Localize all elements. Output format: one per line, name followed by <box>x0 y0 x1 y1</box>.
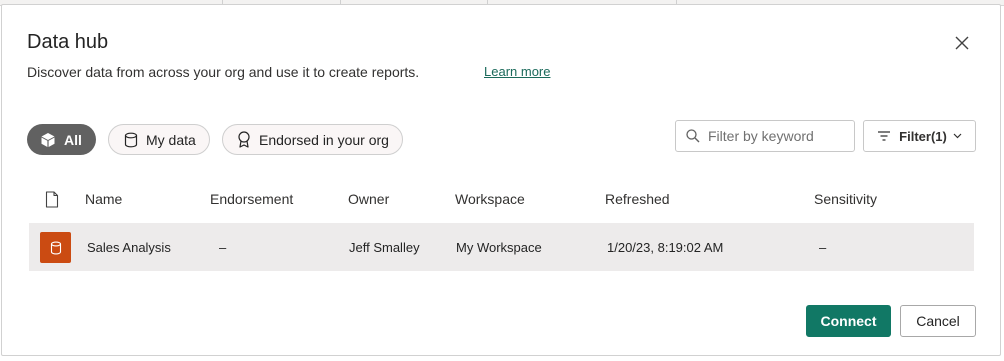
connect-button[interactable]: Connect <box>806 305 891 337</box>
tab-all-label: All <box>64 131 82 148</box>
column-header-sensitivity[interactable]: Sensitivity <box>814 191 877 207</box>
ribbon-icon <box>238 131 250 148</box>
filter-icon <box>878 131 891 141</box>
column-header-name[interactable]: Name <box>85 191 122 207</box>
cube-icon <box>41 132 55 147</box>
cancel-button[interactable]: Cancel <box>900 305 976 337</box>
filter-button[interactable]: Filter(1) <box>863 120 976 152</box>
cell-workspace: My Workspace <box>456 240 542 255</box>
chevron-down-icon <box>953 133 962 139</box>
search-box <box>675 120 855 152</box>
cell-owner: Jeff Smalley <box>349 240 420 255</box>
column-header-endorsement[interactable]: Endorsement <box>210 191 293 207</box>
close-button[interactable] <box>950 31 974 55</box>
column-header-refreshed[interactable]: Refreshed <box>605 191 670 207</box>
dialog-title: Data hub <box>27 31 109 53</box>
column-header-workspace[interactable]: Workspace <box>455 191 525 207</box>
data-hub-dialog: Data hub Discover data from across your … <box>1 4 1001 356</box>
cell-sensitivity: – <box>819 240 827 255</box>
tab-endorsed-label: Endorsed in your org <box>259 131 389 148</box>
tab-my-data[interactable]: My data <box>108 124 210 155</box>
filter-label: Filter(1) <box>899 128 947 144</box>
column-header-owner[interactable]: Owner <box>348 191 389 207</box>
document-icon <box>45 191 59 208</box>
learn-more-link[interactable]: Learn more <box>484 64 550 79</box>
search-icon <box>686 129 700 143</box>
cell-name: Sales Analysis <box>87 240 171 255</box>
close-icon <box>955 36 969 50</box>
cell-refreshed: 1/20/23, 8:19:02 AM <box>607 240 724 255</box>
cell-endorsement: – <box>219 240 227 255</box>
tab-my-data-label: My data <box>146 131 196 148</box>
dataset-icon <box>40 232 71 263</box>
table-row[interactable]: Sales Analysis – Jeff Smalley My Workspa… <box>29 223 974 271</box>
tab-all[interactable]: All <box>27 124 96 155</box>
tab-endorsed[interactable]: Endorsed in your org <box>222 124 403 155</box>
search-input[interactable] <box>708 128 848 144</box>
dialog-subtitle: Discover data from across your org and u… <box>27 64 420 80</box>
database-icon <box>124 132 138 147</box>
